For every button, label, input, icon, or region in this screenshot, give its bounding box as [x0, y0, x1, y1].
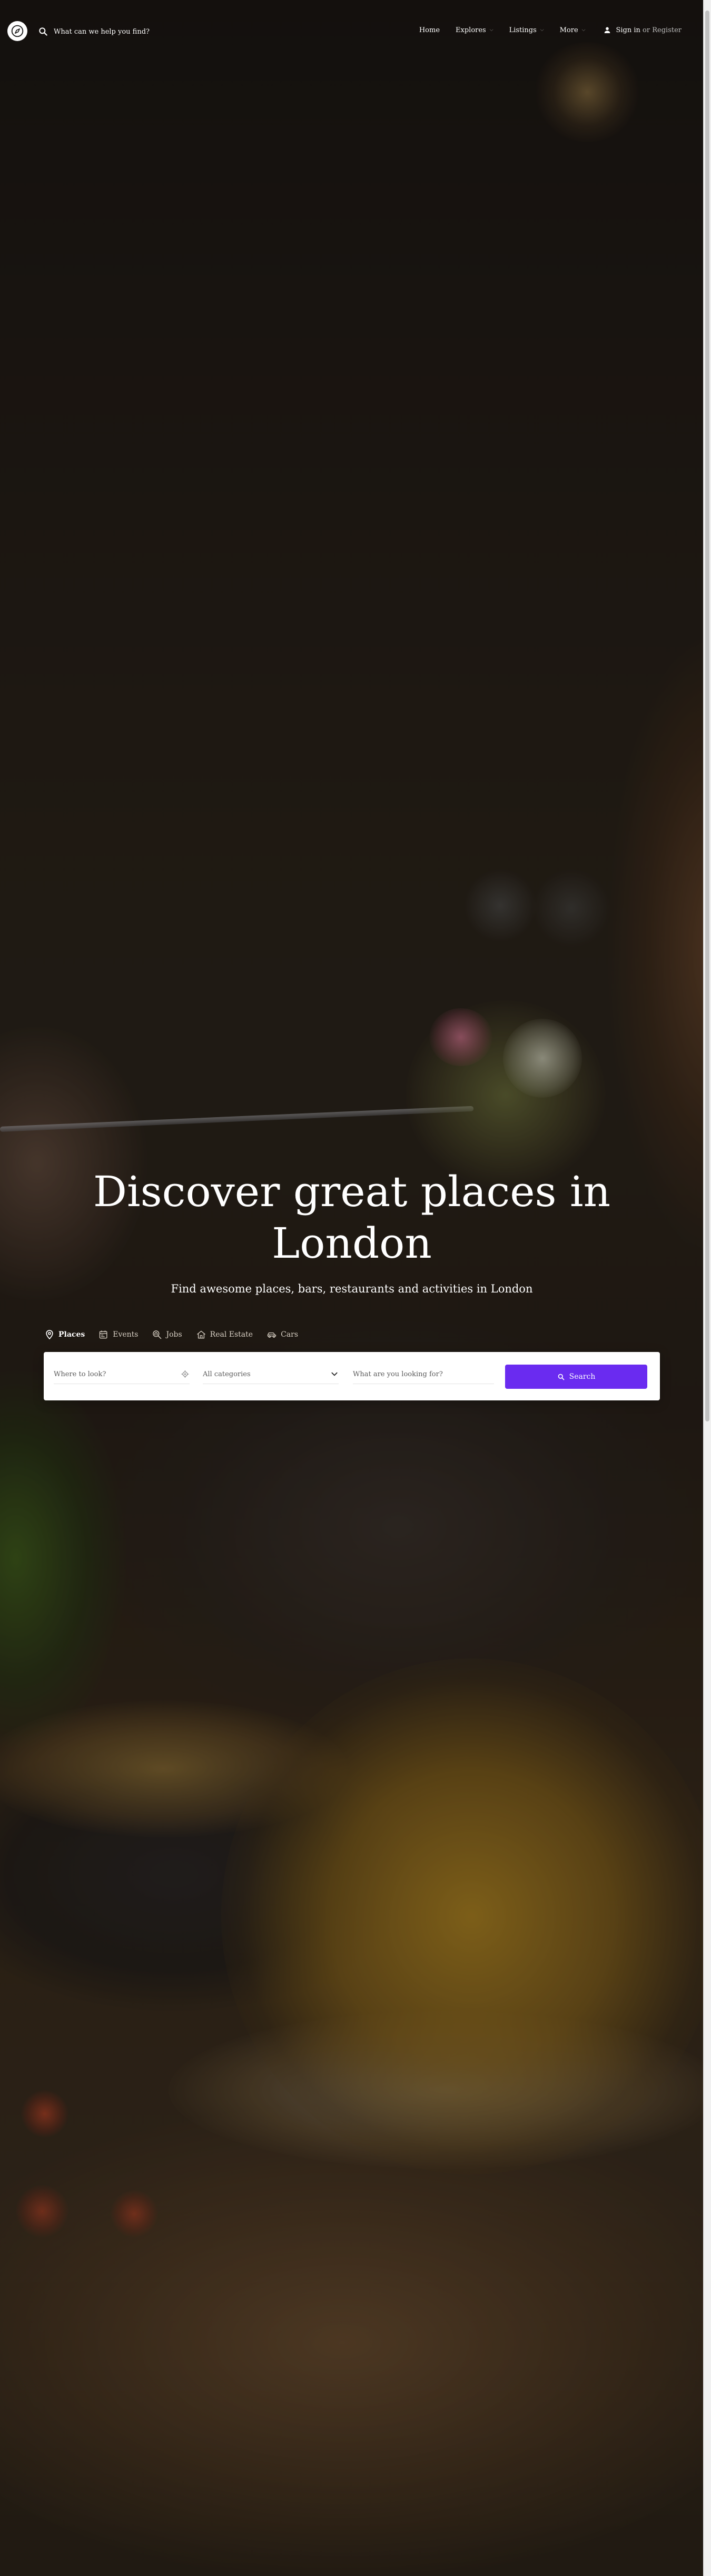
- tab-events[interactable]: Events: [98, 1329, 138, 1340]
- hero-title: Discover great places in London: [0, 1166, 704, 1269]
- location-field[interactable]: [54, 1365, 190, 1384]
- category-value: All categories: [203, 1370, 251, 1378]
- search-button[interactable]: Search: [505, 1365, 647, 1389]
- user-icon: [605, 27, 610, 33]
- house-icon: [196, 1330, 205, 1339]
- briefcase-search-icon: [153, 1330, 162, 1339]
- chevron-down-icon: ⌵: [489, 27, 493, 33]
- search-icon: [39, 27, 47, 36]
- locate-icon[interactable]: [181, 1369, 190, 1379]
- nav-more[interactable]: More ⌵: [560, 26, 586, 34]
- header-search[interactable]: [38, 25, 175, 38]
- main-nav: Home Explores ⌵ Listings ⌵ More ⌵ Sign i…: [403, 26, 682, 34]
- search-icon: [558, 1374, 564, 1380]
- sign-in-register[interactable]: Sign in or Register: [603, 26, 682, 34]
- register-link[interactable]: Register: [652, 26, 682, 34]
- hero-title-line-1: Discover great places in: [93, 1167, 611, 1216]
- calendar-icon: [100, 1330, 107, 1339]
- chevron-down-icon: [331, 1372, 338, 1376]
- hero-subtitle: Find awesome places, bars, restaurants a…: [171, 1282, 533, 1295]
- where-input[interactable]: [54, 1370, 181, 1378]
- nav-home[interactable]: Home: [419, 26, 440, 34]
- tab-real-estate[interactable]: Real Estate: [196, 1329, 253, 1340]
- nav-explores[interactable]: Explores ⌵: [456, 26, 493, 34]
- listing-search-form: All categories Search: [44, 1352, 660, 1400]
- signin-separator: or: [643, 26, 650, 34]
- page-scrollbar[interactable]: [703, 0, 711, 2576]
- sign-in-link[interactable]: Sign in: [616, 26, 640, 34]
- header-search-input[interactable]: [54, 27, 170, 36]
- nav-listings[interactable]: Listings ⌵: [509, 26, 544, 34]
- scrollbar-thumb[interactable]: [705, 11, 709, 1421]
- site-header: Home Explores ⌵ Listings ⌵ More ⌵ Sign i…: [0, 0, 704, 63]
- what-input[interactable]: [353, 1370, 494, 1378]
- listing-type-tabs: Places Events Jobs Real Estate Cars: [44, 1329, 312, 1340]
- category-select[interactable]: All categories: [203, 1365, 339, 1384]
- keyword-field[interactable]: [353, 1365, 494, 1384]
- chevron-down-icon: ⌵: [540, 27, 544, 33]
- tab-places[interactable]: Places: [44, 1329, 85, 1340]
- tab-jobs[interactable]: Jobs: [152, 1329, 182, 1340]
- chevron-down-icon: ⌵: [581, 27, 586, 33]
- compass-logo-icon[interactable]: [7, 21, 27, 41]
- tab-cars[interactable]: Cars: [266, 1329, 298, 1340]
- hero-title-line-2: London: [272, 1219, 432, 1268]
- map-pin-icon: [46, 1330, 53, 1340]
- car-icon: [267, 1332, 276, 1338]
